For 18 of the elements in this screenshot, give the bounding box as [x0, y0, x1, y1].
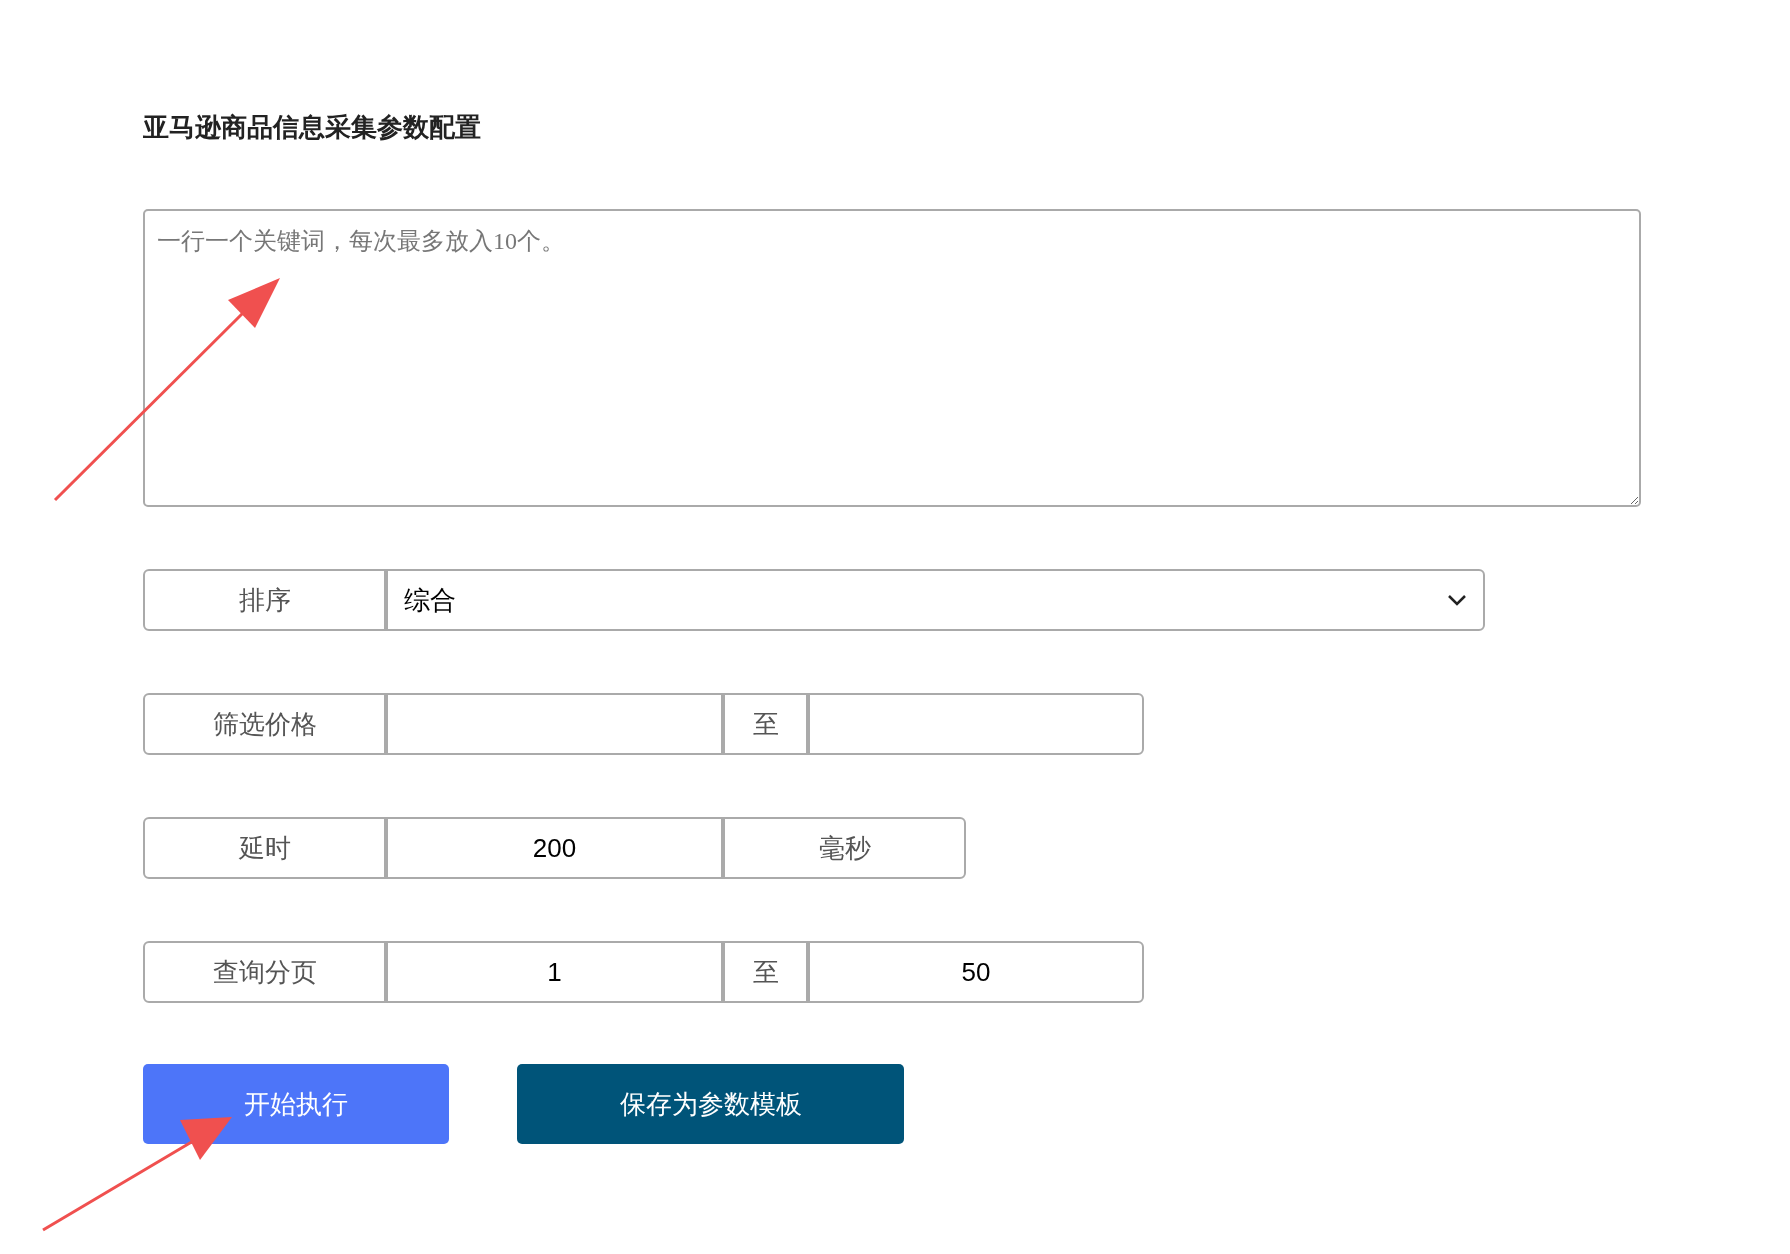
page-title: 亚马逊商品信息采集参数配置 — [143, 111, 481, 144]
separator-label: 至 — [723, 693, 808, 755]
field-label: 延时 — [143, 817, 386, 879]
input-field[interactable] — [386, 693, 723, 755]
sort-dropdown[interactable]: 综合 — [386, 569, 1485, 631]
input-field[interactable]: 50 — [808, 941, 1144, 1003]
save-template-button[interactable]: 保存为参数模板 — [517, 1064, 904, 1144]
start-button[interactable]: 开始执行 — [143, 1064, 449, 1144]
input-field[interactable]: 200 — [386, 817, 723, 879]
field-label: 排序 — [143, 569, 386, 631]
input-field[interactable] — [808, 693, 1144, 755]
keywords-field[interactable]: 一行一个关键词，每次最多放入10个。 — [143, 209, 1641, 507]
input-field[interactable]: 1 — [386, 941, 723, 1003]
unit-label: 毫秒 — [723, 817, 966, 879]
chevron-down-icon — [1447, 594, 1467, 606]
separator-label: 至 — [723, 941, 808, 1003]
field-label: 筛选价格 — [143, 693, 386, 755]
field-label: 查询分页 — [143, 941, 386, 1003]
